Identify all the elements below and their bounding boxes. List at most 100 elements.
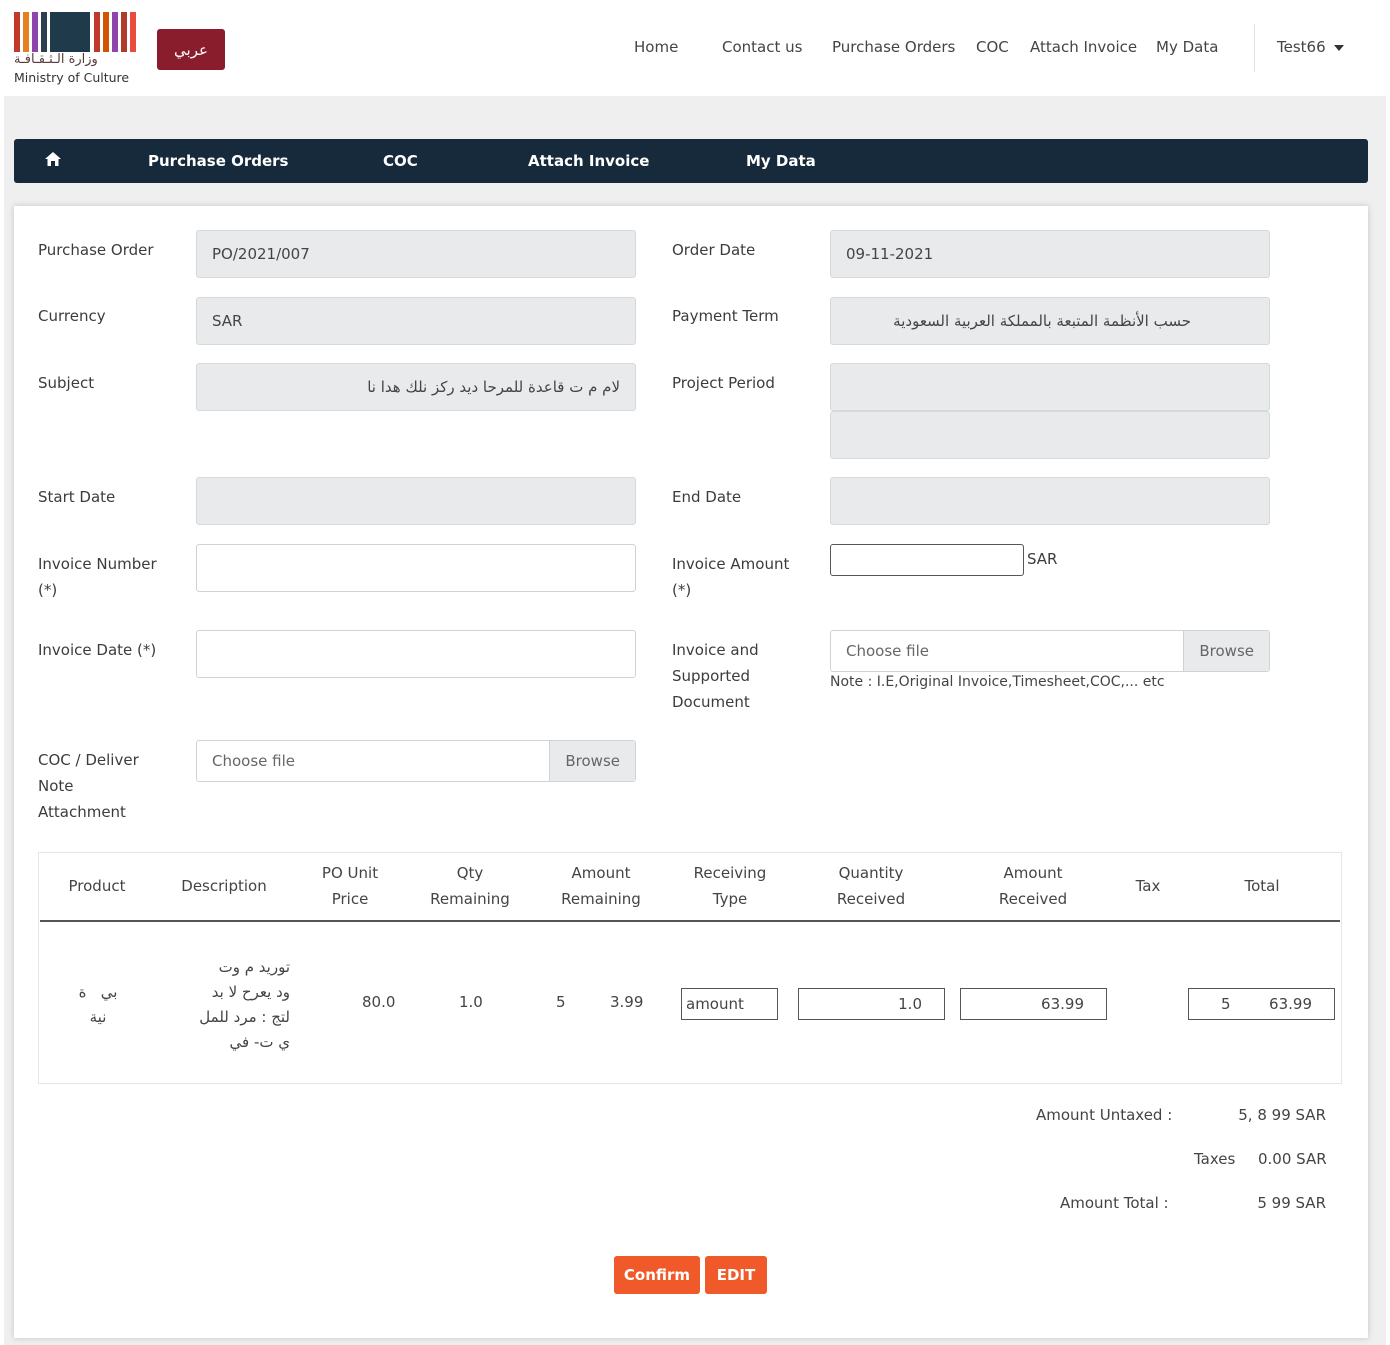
subject-field: لام م ت قاعدة للمرحا ديد ركز نلك هدا نا (196, 363, 636, 411)
th-amount-received-2: Received (998, 890, 1068, 908)
invoice-number-input[interactable] (196, 544, 636, 592)
nav-contact-us[interactable]: Contact us (722, 38, 802, 56)
invoice-document-file-input[interactable]: Choose file Browse (830, 630, 1270, 672)
receiving-type-select[interactable]: amount (681, 988, 778, 1020)
row-description-line-4: ي ت- في (229, 1033, 290, 1051)
invoice-number-label-text: Invoice Number (38, 555, 157, 573)
amount-total-label: Amount Total : (1060, 1194, 1169, 1212)
invoice-amount-input[interactable] (830, 544, 1024, 576)
taxes-value: 0.00 SAR (1258, 1150, 1327, 1168)
amount-received-input[interactable]: 63.99 (960, 988, 1107, 1020)
subnav-coc[interactable]: COC (383, 139, 418, 183)
end-date-label: End Date (672, 488, 742, 506)
caret-down-icon (1333, 44, 1344, 51)
th-quantity-received: Quantity Received (820, 860, 922, 912)
start-date-field (196, 477, 636, 525)
th-receiving-type-1: Receiving (693, 864, 767, 882)
th-po-unit-price-2: Price (331, 890, 369, 908)
row-po-unit-price: 80.0 (362, 993, 396, 1011)
th-amount-remaining-2: Remaining (561, 890, 641, 908)
nav-attach-invoice[interactable]: Attach Invoice (1030, 38, 1137, 56)
invoice-amount-unit: SAR (1027, 550, 1058, 568)
user-menu[interactable]: Test66 (1277, 38, 1344, 56)
currency-label: Currency (38, 307, 106, 325)
th-amount-remaining: Amount Remaining (550, 860, 652, 912)
row-product: ة بي ة نية (48, 955, 148, 1030)
table-header-divider (40, 920, 1340, 922)
payment-term-field: حسب الأنظمة المتبعة بالمملكة العربية الس… (830, 297, 1270, 345)
invoice-document-browse-button[interactable]: Browse (1183, 631, 1269, 671)
coc-attachment-browse-button[interactable]: Browse (549, 741, 635, 781)
row-description: توريد م وت ود يعرح لا بد لتج : مرد للمل … (160, 955, 290, 1055)
th-qty-remaining-1: Qty (456, 864, 484, 882)
edit-button[interactable]: EDIT (705, 1256, 767, 1294)
coc-attachment-label-1: COC / Deliver (38, 751, 139, 769)
th-description: Description (181, 877, 267, 895)
amount-total-value: 5 99 SAR (1257, 1194, 1326, 1212)
confirm-button[interactable]: Confirm (614, 1256, 700, 1294)
nav-my-data[interactable]: My Data (1156, 38, 1218, 56)
payment-term-value: حسب الأنظمة المتبعة بالمملكة العربية الس… (893, 312, 1191, 330)
subject-label: Subject (38, 374, 95, 392)
nav-purchase-orders[interactable]: Purchase Orders (832, 38, 955, 56)
row-amount-remaining-a: 5 (556, 993, 566, 1011)
th-quantity-received-2: Received (836, 890, 906, 908)
invoice-document-label-3: Document (672, 693, 750, 711)
ministry-logo-icon[interactable] (14, 12, 136, 52)
nav-divider (1254, 24, 1255, 72)
row-qty-remaining: 1.0 (459, 993, 483, 1011)
coc-attachment-choose-file[interactable]: Choose file (197, 741, 549, 781)
coc-attachment-file-input[interactable]: Choose file Browse (196, 740, 636, 782)
row-description-line-2: ود يعرح لا بد (211, 983, 290, 1001)
th-qty-remaining-2: Remaining (430, 890, 510, 908)
home-icon[interactable] (44, 151, 62, 167)
row-product-line-2: بي ة (78, 983, 118, 1001)
taxes-label: Taxes (1194, 1150, 1236, 1168)
th-amount-received: Amount Received (982, 860, 1084, 912)
currency-value: SAR (212, 312, 243, 330)
quantity-received-input[interactable]: 1.0 (798, 988, 945, 1020)
invoice-document-choose-file[interactable]: Choose file (831, 631, 1183, 671)
order-date-field: 09-11-2021 (830, 230, 1270, 278)
invoice-document-note: Note : I.E,Original Invoice,Timesheet,CO… (830, 674, 1165, 690)
purchase-order-label: Purchase Order (38, 241, 154, 259)
user-name: Test66 (1277, 38, 1326, 56)
th-product: Product (68, 877, 126, 895)
invoice-number-label: Invoice Number (*) (38, 551, 157, 603)
language-toggle-button[interactable]: عربي (157, 29, 225, 70)
purchase-order-field: PO/2021/007 (196, 230, 636, 278)
th-amount-received-1: Amount (1003, 864, 1063, 882)
amount-untaxed-label: Amount Untaxed : (1036, 1106, 1173, 1124)
start-date-label: Start Date (38, 488, 116, 506)
project-period-field-1 (830, 363, 1270, 411)
total-value-b: 63.99 (1269, 995, 1312, 1013)
coc-attachment-label: COC / Deliver Note Attachment (38, 747, 139, 825)
nav-home[interactable]: Home (634, 38, 678, 56)
invoice-number-required: (*) (38, 581, 58, 599)
total-value-a: 5 (1221, 995, 1231, 1013)
payment-term-label: Payment Term (672, 307, 779, 325)
nav-coc[interactable]: COC (976, 38, 1009, 56)
invoice-document-label-1: Invoice and (672, 641, 759, 659)
coc-attachment-label-3: Attachment (38, 803, 126, 821)
receiving-type-value: amount (686, 995, 744, 1013)
th-total: Total (1244, 877, 1280, 895)
th-receiving-type: Receiving Type (680, 860, 780, 912)
project-period-label: Project Period (672, 374, 775, 392)
invoice-amount-label: Invoice Amount (*) (672, 551, 789, 603)
th-po-unit-price-1: PO Unit (321, 864, 379, 882)
subnav-purchase-orders[interactable]: Purchase Orders (148, 139, 288, 183)
order-date-value: 09-11-2021 (846, 245, 934, 263)
th-amount-remaining-1: Amount (571, 864, 631, 882)
total-input[interactable]: 5 63.99 (1188, 988, 1335, 1020)
logo-english-text: Ministry of Culture (14, 70, 130, 85)
subnav-my-data[interactable]: My Data (746, 139, 816, 183)
currency-field: SAR (196, 297, 636, 345)
order-date-label: Order Date (672, 241, 756, 259)
th-receiving-type-2: Type (712, 890, 748, 908)
th-po-unit-price: PO Unit Price (300, 860, 400, 912)
amount-untaxed-value: 5, 8 99 SAR (1238, 1106, 1326, 1124)
subnav-attach-invoice[interactable]: Attach Invoice (528, 139, 649, 183)
invoice-date-input[interactable] (196, 630, 636, 678)
invoice-document-label: Invoice and Supported Document (672, 637, 759, 715)
